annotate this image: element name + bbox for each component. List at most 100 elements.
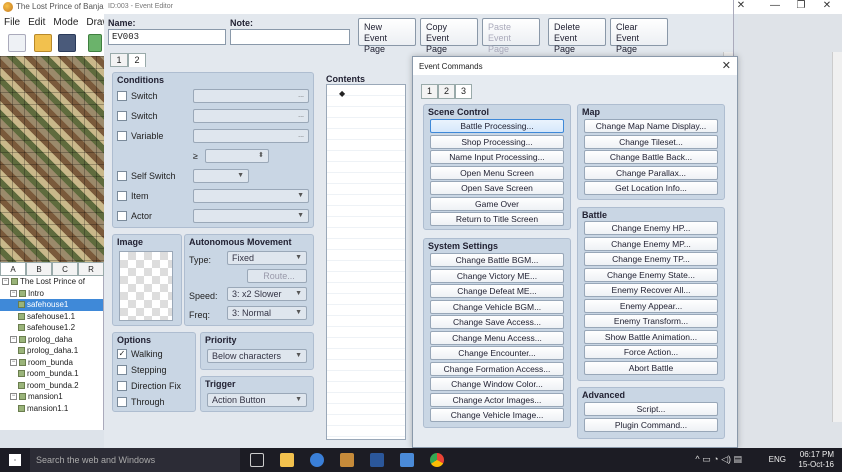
checkbox[interactable] [117,191,127,201]
command-button[interactable]: Change Battle BGM... [430,253,564,267]
cut-icon[interactable] [88,34,102,52]
map-tree-item[interactable]: safehouse1.1 [0,311,103,323]
map-tree-item[interactable]: − mansion1 [0,391,103,403]
checkbox[interactable] [117,91,127,101]
tileset-palette[interactable] [0,56,104,262]
main-vertical-scrollbar[interactable] [832,52,842,422]
command-button[interactable]: Enemy Appear... [584,298,718,313]
command-button[interactable]: Script... [584,402,718,416]
command-tab-1[interactable]: 1 [421,84,438,99]
menu-mode[interactable]: Mode [53,17,78,28]
item-checkbox-row[interactable]: Item [117,191,149,201]
variable-select[interactable]: ... [193,129,309,143]
command-button[interactable]: Get Location Info... [584,181,718,195]
delete-event-page-button[interactable]: Delete Event Page [548,18,606,54]
command-button[interactable]: Change Vehicle Image... [430,408,564,422]
map-tree-item[interactable]: room_bunda.2 [0,380,103,392]
command-button[interactable]: Battle Processing... [430,119,564,133]
menu-edit[interactable]: Edit [28,17,45,28]
command-button[interactable]: Change Defeat ME... [430,284,564,298]
chrome-icon[interactable] [430,453,444,467]
command-button[interactable]: Change Actor Images... [430,392,564,407]
command-button[interactable]: Change Enemy HP... [584,221,718,235]
map-tree-item[interactable]: − Intro [0,288,103,300]
rpg-maker-icon[interactable] [340,453,354,467]
variable-checkbox-row[interactable]: Variable [117,131,163,141]
file-explorer-icon[interactable] [280,453,294,467]
map-tree-item[interactable]: − room_bunda [0,357,103,369]
command-button[interactable]: Change Encounter... [430,346,564,360]
command-button[interactable]: Change Victory ME... [430,268,564,283]
command-button[interactable]: Change Battle Back... [584,150,718,164]
speed-select[interactable]: 3: x2 Slower ▼ [227,287,307,301]
event-image-preview[interactable] [119,251,173,321]
task-view-icon[interactable] [250,453,264,467]
minimize-icon[interactable]: — [762,0,788,11]
taskbar-search-box[interactable]: Search the web and Windows [30,448,240,472]
map-tree-item[interactable]: − The Lost Prince of [0,276,103,288]
priority-select[interactable]: Below characters ▼ [207,349,307,363]
clear-event-page-button[interactable]: Clear Event Page [610,18,668,54]
windows-start-icon[interactable] [9,454,21,466]
command-button[interactable]: Change Formation Access... [430,361,564,376]
tileset-tab-c[interactable]: C [52,262,78,276]
command-button[interactable]: Enemy Recover All... [584,283,718,297]
copy-event-page-button[interactable]: Copy Event Page [420,18,478,54]
page-tab-2[interactable]: 2 [128,53,146,67]
map-tree-item[interactable]: prolog_daha.1 [0,345,103,357]
switch1-select[interactable]: ... [193,89,309,103]
command-button[interactable]: Change Parallax... [584,165,718,180]
freq-select[interactable]: 3: Normal ▼ [227,306,307,320]
checkbox[interactable] [117,365,127,375]
language-indicator[interactable]: ENG [769,455,786,464]
command-button[interactable]: Change Enemy MP... [584,236,718,251]
command-button[interactable]: Change Enemy State... [584,267,718,282]
checkbox[interactable] [117,211,127,221]
event-name-field[interactable]: EV003 [108,29,226,45]
through-checkbox-row[interactable]: Through [117,397,165,407]
walking-checkbox-row[interactable]: ✓ Walking [117,349,163,359]
map-tree-item[interactable]: safehouse1.2 [0,322,103,334]
tray-icons[interactable]: ^ ▭ ◔ ◁) ▤ [695,454,742,465]
command-button[interactable]: Change Map Name Display... [584,119,718,133]
switch1-checkbox-row[interactable]: Switch [117,91,158,101]
collapse-icon[interactable]: − [10,393,17,401]
command-button[interactable]: Change Vehicle BGM... [430,299,564,314]
paste-event-page-button[interactable]: Paste Event Page [482,18,540,54]
menu-file[interactable]: File [4,17,20,28]
map-tree-item[interactable]: room_bunda.1 [0,368,103,380]
command-button[interactable]: Abort Battle [584,360,718,375]
self-switch-select[interactable]: ▼ [193,169,249,183]
command-button[interactable]: Plugin Command... [584,418,718,432]
command-button[interactable]: Shop Processing... [430,134,564,149]
command-button[interactable]: Change Menu Access... [430,330,564,345]
command-button[interactable]: Open Menu Screen [430,165,564,180]
command-button[interactable]: Return to Title Screen [430,212,564,226]
new-event-page-button[interactable]: New Event Page [358,18,416,54]
command-button[interactable]: Change Window Color... [430,377,564,391]
command-button[interactable]: Change Enemy TP... [584,252,718,266]
movement-type-select[interactable]: Fixed ▼ [227,251,307,265]
checkbox[interactable] [117,381,127,391]
trigger-select[interactable]: Action Button ▼ [207,393,307,407]
item-select[interactable]: ▼ [193,189,309,203]
command-button[interactable]: Change Tileset... [584,134,718,149]
switch2-select[interactable]: ... [193,109,309,123]
map-tree-item[interactable]: − prolog_daha [0,334,103,346]
event-note-field[interactable] [230,29,350,45]
collapse-icon[interactable]: − [2,278,9,286]
browser-icon[interactable] [310,453,324,467]
command-button[interactable]: Game Over [430,196,564,211]
maximize-icon[interactable]: ❐ [788,0,814,11]
clock[interactable]: 06:17 PM 15-Oct-16 [798,450,834,470]
save-icon[interactable] [58,34,76,52]
command-tab-3[interactable]: 3 [455,84,472,99]
command-tab-2[interactable]: 2 [438,84,455,99]
tileset-tab-a[interactable]: A [0,262,26,276]
collapse-icon[interactable]: − [10,335,17,343]
direction-fix-checkbox-row[interactable]: Direction Fix [117,381,181,391]
open-folder-icon[interactable] [34,34,52,52]
checkbox[interactable] [117,111,127,121]
contents-diamond-icon[interactable]: ◆ [339,89,345,98]
route-button[interactable]: Route... [247,269,307,283]
